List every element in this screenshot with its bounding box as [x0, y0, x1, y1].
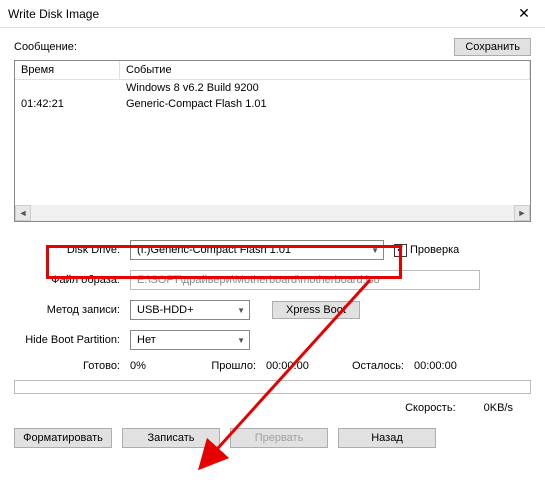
chevron-down-icon: ▼ — [237, 306, 245, 315]
disk-drive-value: (I:)Generic-Compact Flash 1.01 — [137, 244, 291, 256]
verify-label: Проверка — [410, 244, 459, 256]
hide-boot-select[interactable]: Нет ▼ — [130, 330, 250, 350]
hide-boot-label: Hide Boot Partition: — [14, 334, 130, 346]
disk-drive-label: Disk Drive: — [14, 244, 130, 256]
scroll-right-icon[interactable]: ► — [514, 205, 530, 221]
hide-boot-value: Нет — [137, 334, 156, 346]
remain-value: 00:00:00 — [414, 360, 457, 372]
ready-label: Готово: — [14, 360, 130, 372]
format-button[interactable]: Форматировать — [14, 428, 112, 448]
log-row: Windows 8 v6.2 Build 9200 — [15, 80, 530, 96]
verify-checkbox-wrap[interactable]: ✓ Проверка — [394, 244, 459, 257]
chevron-down-icon: ▼ — [237, 336, 245, 345]
message-label: Сообщение: — [14, 41, 77, 53]
save-button[interactable]: Сохранить — [454, 38, 531, 56]
titlebar: Write Disk Image ✕ — [0, 0, 545, 28]
speed-label: Скорость: — [405, 402, 456, 414]
back-button[interactable]: Назад — [338, 428, 436, 448]
log-header: Время Событие — [15, 61, 530, 80]
col-event-header: Событие — [120, 61, 530, 79]
elapsed-value: 00:00:00 — [266, 360, 342, 372]
speed-value: 0KB/s — [484, 402, 513, 414]
ready-value: 0% — [130, 360, 190, 372]
scroll-track[interactable] — [31, 205, 514, 221]
disk-drive-select[interactable]: (I:)Generic-Compact Flash 1.01 ▼ — [130, 240, 384, 260]
elapsed-label: Прошло: — [190, 360, 266, 372]
image-file-value: E:\SOFT\драйвери\Motherboard\motherboard… — [137, 274, 380, 286]
scrollbar-horizontal[interactable]: ◄ ► — [15, 205, 530, 221]
remain-label: Осталось: — [342, 360, 414, 372]
log-cell-event: Windows 8 v6.2 Build 9200 — [120, 80, 530, 96]
write-method-value: USB-HDD+ — [137, 304, 194, 316]
write-method-select[interactable]: USB-HDD+ ▼ — [130, 300, 250, 320]
close-button[interactable]: ✕ — [503, 0, 545, 28]
log-cell-event: Generic-Compact Flash 1.01 — [120, 96, 530, 112]
log-cell-time — [15, 80, 120, 96]
xpress-boot-button[interactable]: Xpress Boot — [272, 301, 360, 319]
log-row: 01:42:21 Generic-Compact Flash 1.01 — [15, 96, 530, 112]
close-icon: ✕ — [518, 5, 530, 22]
image-file-label: Файл образа: — [14, 274, 130, 286]
col-time-header: Время — [15, 61, 120, 79]
chevron-down-icon: ▼ — [371, 246, 379, 255]
write-method-label: Метод записи: — [14, 304, 130, 316]
window-title: Write Disk Image — [8, 7, 99, 21]
verify-checkbox[interactable]: ✓ — [394, 244, 407, 257]
image-file-input[interactable]: E:\SOFT\драйвери\Motherboard\motherboard… — [130, 270, 480, 290]
log-box: Время Событие Windows 8 v6.2 Build 9200 … — [14, 60, 531, 222]
log-cell-time: 01:42:21 — [15, 96, 120, 112]
write-button[interactable]: Записать — [122, 428, 220, 448]
abort-button: Прервать — [230, 428, 328, 448]
progress-bar — [14, 380, 531, 394]
scroll-left-icon[interactable]: ◄ — [15, 205, 31, 221]
